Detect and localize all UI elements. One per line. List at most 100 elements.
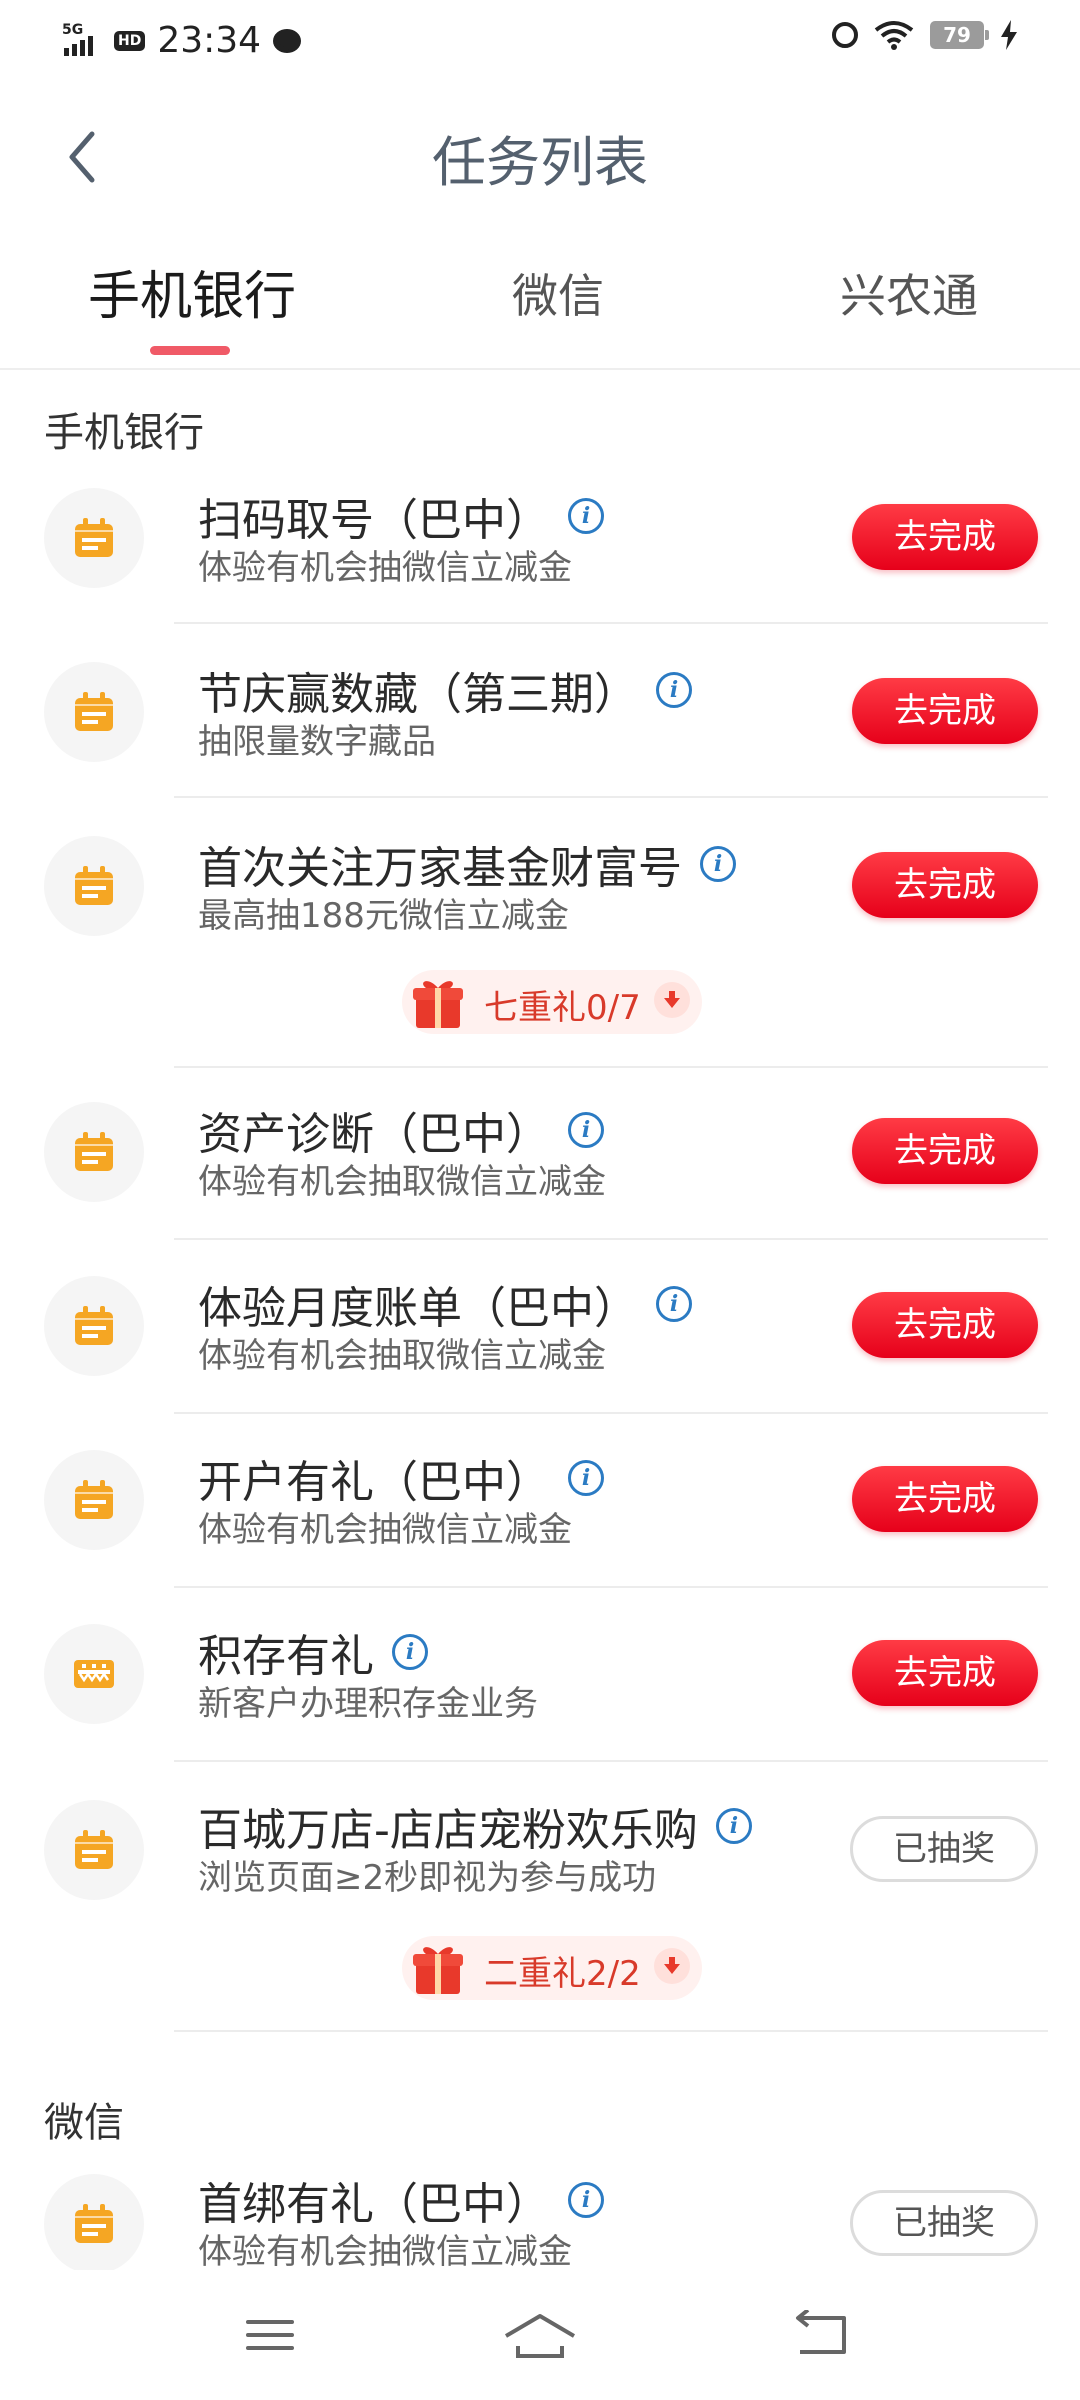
gift-progress-pill[interactable]: 二重礼2/2 — [402, 1936, 702, 2000]
divider — [174, 1412, 1048, 1414]
battery-icon: 79 — [930, 21, 989, 49]
go-complete-button[interactable]: 去完成 — [852, 1118, 1038, 1184]
expand-down-icon — [654, 982, 690, 1018]
task-name-text: 开户有礼（巴中） — [198, 1457, 550, 1508]
task-desc: 体验有机会抽微信立减金 — [198, 548, 572, 588]
alarm-icon — [832, 22, 858, 48]
page-title: 任务列表 — [432, 131, 648, 194]
divider — [174, 1066, 1048, 1068]
task-name-text: 资产诊断（巴中） — [198, 1109, 550, 1160]
task-name: 开户有礼（巴中） i — [198, 1446, 604, 1510]
task-name-text: 扫码取号（巴中） — [198, 495, 550, 546]
status-left: 5G HD 23:34 — [62, 20, 302, 61]
signal-icon: 5G — [62, 22, 102, 56]
already-drawn-button[interactable]: 已抽奖 — [850, 2190, 1038, 2256]
info-icon[interactable]: i — [568, 2182, 604, 2218]
gold-bar-icon — [44, 1624, 144, 1724]
task-item: 积存有礼 i 新客户办理积存金业务 去完成 — [0, 1606, 1080, 1756]
task-name-text: 首次关注万家基金财富号 — [198, 843, 682, 894]
calendar-icon — [44, 1450, 144, 1550]
info-icon[interactable]: i — [568, 498, 604, 534]
task-name-text: 百城万店-店店宠粉欢乐购 — [198, 1805, 698, 1856]
tab-xingnongtong[interactable]: 兴农通 — [840, 260, 978, 326]
task-item: 百城万店-店店宠粉欢乐购 i 浏览页面≥2秒即视为参与成功 已抽奖 二重礼2/2 — [0, 1780, 1080, 2030]
divider — [174, 1760, 1048, 1762]
menu-icon[interactable] — [240, 2310, 300, 2360]
gift-box-icon — [413, 1947, 463, 1994]
section-title-mobile-banking: 手机银行 — [44, 410, 204, 456]
message-icon — [273, 28, 302, 53]
hd-icon: HD — [114, 30, 146, 51]
task-desc: 体验有机会抽微信立减金 — [198, 1510, 572, 1550]
calendar-icon — [44, 2174, 144, 2274]
divider — [174, 1238, 1048, 1240]
task-name: 资产诊断（巴中） i — [198, 1098, 604, 1162]
gift-progress-text: 七重礼0/7 — [484, 988, 641, 1028]
info-icon[interactable]: i — [656, 672, 692, 708]
calendar-icon — [44, 1102, 144, 1202]
go-complete-button[interactable]: 去完成 — [852, 504, 1038, 570]
task-desc: 体验有机会抽取微信立减金 — [198, 1336, 606, 1376]
task-name-text: 体验月度账单（巴中） — [198, 1283, 638, 1334]
app-header: 任务列表 — [0, 86, 1080, 226]
task-desc: 体验有机会抽取微信立减金 — [198, 1162, 606, 1202]
task-name: 积存有礼 i — [198, 1620, 428, 1684]
divider — [174, 796, 1048, 798]
task-name: 首绑有礼（巴中） i — [198, 2168, 604, 2232]
already-drawn-button[interactable]: 已抽奖 — [850, 1816, 1038, 1882]
divider — [174, 2030, 1048, 2032]
task-name-text: 节庆赢数藏（第三期） — [198, 669, 638, 720]
go-complete-button[interactable]: 去完成 — [852, 1466, 1038, 1532]
wifi-icon — [874, 21, 914, 50]
task-name-text: 首绑有礼（巴中） — [198, 2179, 550, 2230]
charging-icon — [1001, 20, 1017, 50]
task-item: 开户有礼（巴中） i 体验有机会抽微信立减金 去完成 — [0, 1432, 1080, 1582]
info-icon[interactable]: i — [700, 846, 736, 882]
task-item: 体验月度账单（巴中） i 体验有机会抽取微信立减金 去完成 — [0, 1258, 1080, 1408]
calendar-icon — [44, 836, 144, 936]
go-complete-button[interactable]: 去完成 — [852, 1292, 1038, 1358]
calendar-icon — [44, 488, 144, 588]
calendar-icon — [44, 662, 144, 762]
task-name: 扫码取号（巴中） i — [198, 484, 604, 548]
info-icon[interactable]: i — [568, 1112, 604, 1148]
calendar-icon — [44, 1800, 144, 1900]
task-name: 首次关注万家基金财富号 i — [198, 832, 736, 896]
status-time: 23:34 — [157, 20, 262, 61]
divider — [174, 1586, 1048, 1588]
active-tab-indicator — [150, 346, 230, 355]
go-complete-button[interactable]: 去完成 — [852, 852, 1038, 918]
expand-down-icon — [654, 1948, 690, 1984]
task-item: 资产诊断（巴中） i 体验有机会抽取微信立减金 去完成 — [0, 1084, 1080, 1234]
task-item: 首次关注万家基金财富号 i 最高抽188元微信立减金 去完成 七重礼0/7 — [0, 818, 1080, 1058]
tab-mobile-banking[interactable]: 手机银行 — [88, 254, 296, 329]
info-icon[interactable]: i — [392, 1634, 428, 1670]
task-name: 百城万店-店店宠粉欢乐购 i — [198, 1794, 752, 1858]
info-icon[interactable]: i — [568, 1460, 604, 1496]
info-icon[interactable]: i — [715, 1808, 752, 1844]
tab-wechat[interactable]: 微信 — [512, 260, 604, 326]
task-item: 节庆赢数藏（第三期） i 抽限量数字藏品 去完成 — [0, 644, 1080, 794]
home-icon[interactable] — [502, 2310, 578, 2360]
back-nav-icon[interactable] — [792, 2310, 852, 2360]
task-name: 体验月度账单（巴中） i — [198, 1272, 692, 1336]
task-desc: 抽限量数字藏品 — [198, 722, 436, 762]
status-right: 79 — [832, 20, 1018, 50]
calendar-icon — [44, 1276, 144, 1376]
go-complete-button[interactable]: 去完成 — [852, 678, 1038, 744]
task-item: 扫码取号（巴中） i 体验有机会抽微信立减金 去完成 — [0, 470, 1080, 620]
tab-bar: 手机银行 微信 兴农通 — [0, 230, 1080, 370]
info-icon[interactable]: i — [656, 1286, 692, 1322]
task-item: 首绑有礼（巴中） i 体验有机会抽微信立减金 已抽奖 — [0, 2154, 1080, 2274]
task-name: 节庆赢数藏（第三期） i — [198, 658, 692, 722]
section-title-wechat: 微信 — [44, 2100, 124, 2146]
divider — [174, 622, 1048, 624]
status-bar: 5G HD 23:34 79 — [0, 0, 1080, 86]
task-desc: 浏览页面≥2秒即视为参与成功 — [198, 1858, 657, 1898]
go-complete-button[interactable]: 去完成 — [852, 1640, 1038, 1706]
gift-progress-text: 二重礼2/2 — [484, 1954, 641, 1994]
task-name-text: 积存有礼 — [198, 1631, 374, 1682]
gift-box-icon — [413, 981, 463, 1028]
network-type: 5G — [62, 21, 84, 38]
gift-progress-pill[interactable]: 七重礼0/7 — [402, 970, 702, 1034]
